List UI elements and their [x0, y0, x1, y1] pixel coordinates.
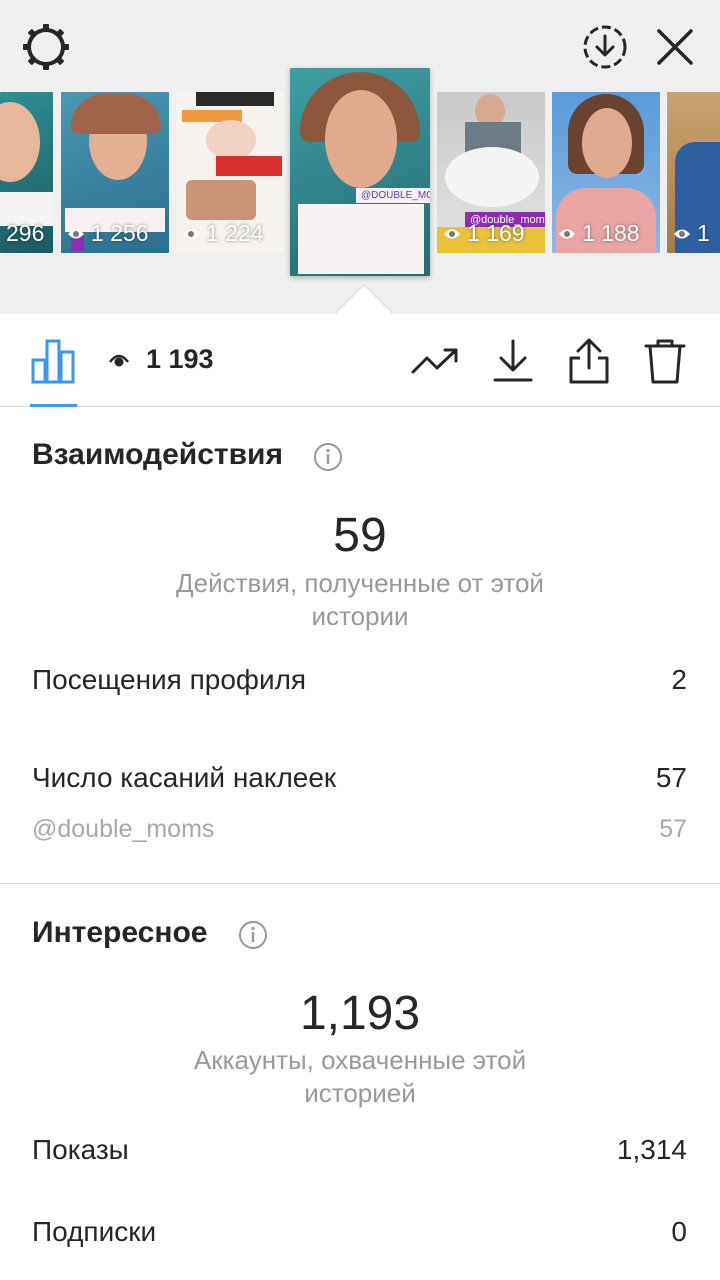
sticker-taps-value: 57 [655, 762, 687, 793]
story-thumbnail[interactable]: @double_moms 1 169 [437, 92, 545, 253]
story-thumbnail-selected[interactable]: @DOUBLE_MOMS [290, 68, 430, 276]
info-icon[interactable] [313, 442, 343, 472]
trash-icon [644, 339, 686, 384]
story-thumbnail[interactable]: 1 256 [61, 92, 169, 253]
eye-icon [674, 229, 690, 238]
profile-visits-value: 2 [671, 664, 687, 695]
share-button[interactable] [564, 336, 614, 386]
download-button[interactable] [488, 336, 538, 386]
reach-caption: Аккаунты, охваченные этой историей [193, 1045, 527, 1108]
download-circle-icon [583, 25, 627, 69]
tab-viewers[interactable] [108, 349, 130, 371]
sticker-mention-value: 57 [659, 815, 687, 843]
close-button[interactable] [648, 20, 702, 74]
info-icon[interactable] [238, 920, 268, 950]
story-thumbnails: 296 1 256 1 224 @DOUBLE_M @double_moms 1… [0, 68, 720, 280]
active-tab-indicator [30, 404, 77, 407]
view-count: 1 188 [582, 220, 640, 246]
eye-icon [68, 229, 84, 238]
view-count: 1 [697, 220, 710, 246]
interactions-total: 59 [333, 509, 387, 562]
eye-icon [109, 354, 129, 367]
share-icon [569, 338, 609, 384]
viewers-count[interactable]: 1 193 [146, 344, 214, 375]
delete-button[interactable] [640, 336, 690, 386]
story-strip-area: 296 1 256 1 224 @DOUBLE_M @double_moms 1… [0, 0, 720, 314]
interactions-caption: Действия, полученные от этой истории [176, 568, 544, 631]
insights-tabbar: 1 193 [0, 314, 720, 407]
eye-icon [444, 229, 460, 238]
view-count: 1 256 [91, 220, 149, 246]
follows-label: Подписки [32, 1216, 157, 1247]
view-count: 1 224 [206, 220, 264, 246]
section-divider [0, 883, 720, 884]
impressions-label: Показы [32, 1134, 129, 1165]
profile-visits-label: Посещения профиля [32, 664, 307, 695]
reach-total: 1,193 [299, 987, 421, 1040]
sticker-label: @DOUBLE_MOMS [356, 188, 430, 203]
sticker-taps-label: Число касаний наклеек [32, 762, 337, 793]
story-thumbnail[interactable]: 1 188 [552, 92, 660, 253]
save-story-button[interactable] [578, 20, 632, 74]
story-thumbnail[interactable]: 1 [667, 92, 720, 253]
sticker-mention-label: @double_moms [32, 815, 215, 843]
download-icon [493, 339, 533, 382]
tab-insights[interactable] [30, 338, 76, 384]
follows-value: 0 [671, 1216, 687, 1247]
close-icon [657, 29, 693, 65]
story-thumbnail[interactable]: 296 [0, 92, 53, 253]
story-thumbnail[interactable]: 1 224 [176, 92, 284, 253]
eye-icon [559, 229, 575, 238]
view-count: 296 [6, 220, 45, 246]
promote-button[interactable] [410, 336, 460, 386]
view-count: 1 169 [467, 220, 525, 246]
settings-button[interactable] [18, 19, 74, 75]
eye-icon [183, 229, 199, 238]
bar-chart-icon [31, 339, 75, 384]
trending-up-icon [411, 348, 458, 374]
section-title: Взаимодействия [32, 438, 283, 471]
impressions-value: 1,314 [616, 1134, 687, 1165]
section-title: Интересное [32, 916, 208, 949]
gear-icon [23, 24, 69, 70]
